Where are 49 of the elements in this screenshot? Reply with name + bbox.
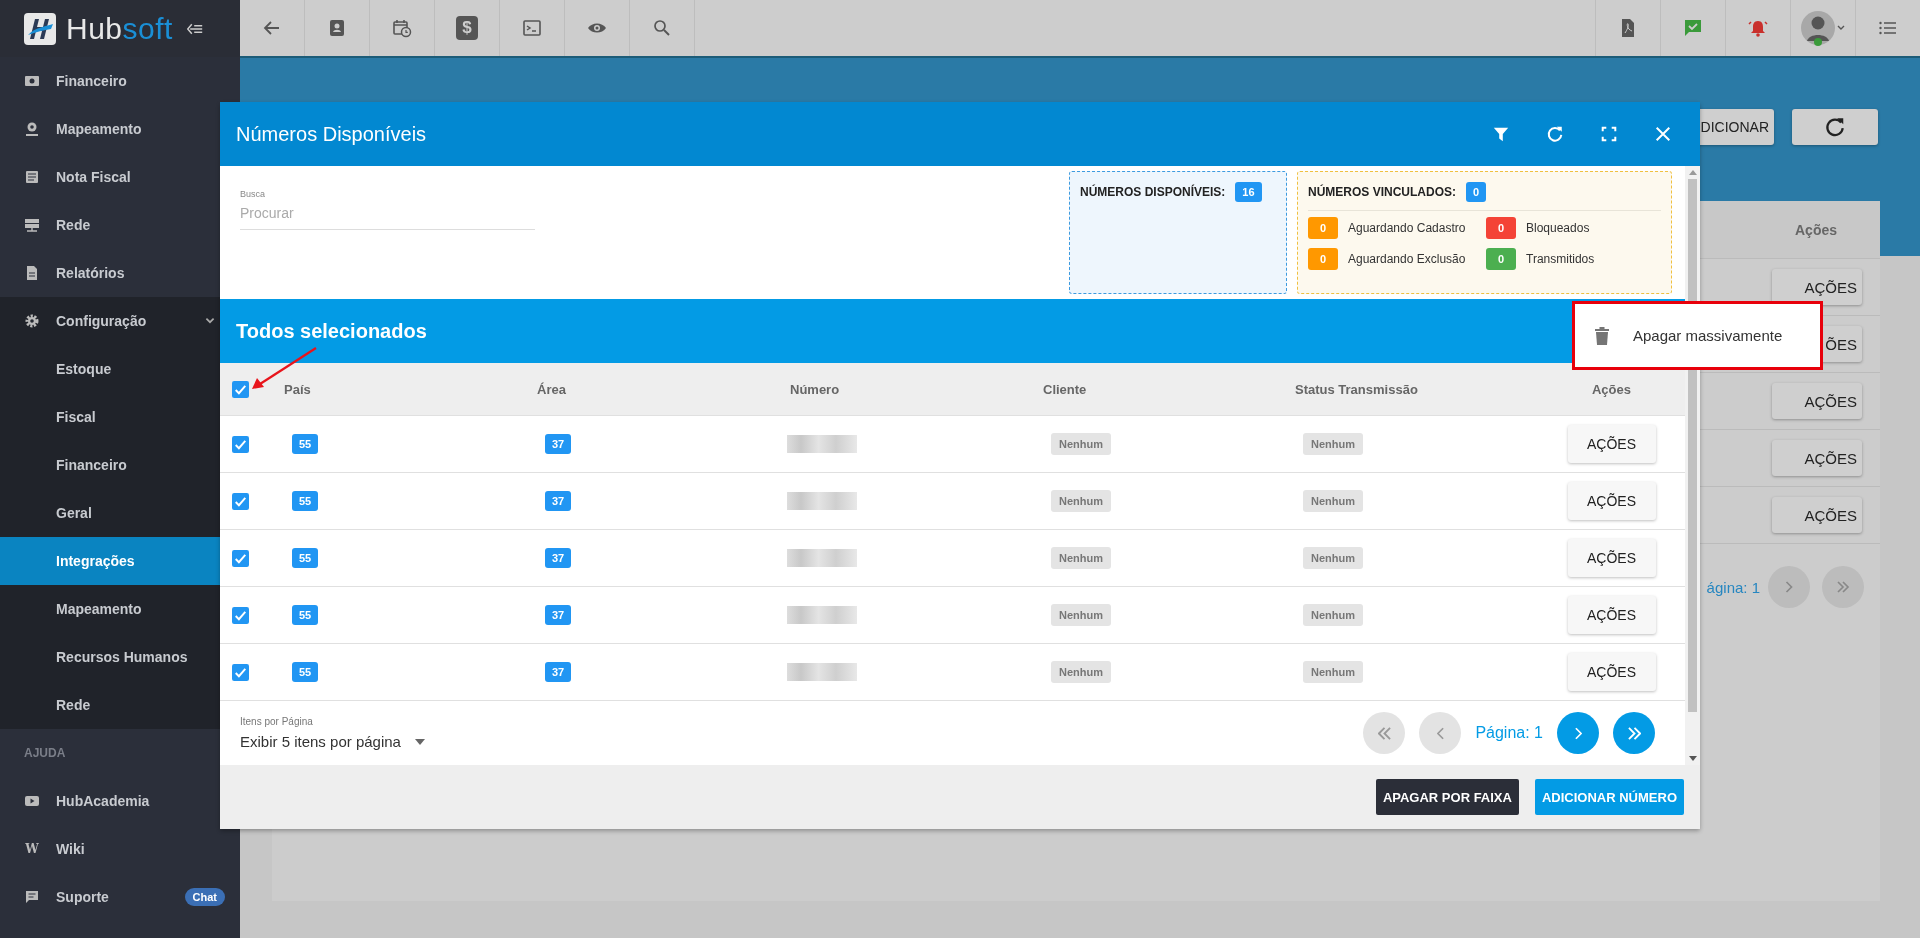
column-header: Cliente: [1043, 381, 1087, 397]
country-code-badge: 55: [292, 491, 319, 511]
area-code-badge: 37: [545, 662, 572, 682]
column-header: Ações: [1794, 221, 1838, 238]
status-count-badge: 0: [1308, 217, 1338, 239]
count-badge: 0: [1466, 182, 1487, 202]
client-badge: Nenhum: [1051, 604, 1111, 626]
transmission-status-badge: Nenhum: [1303, 547, 1363, 569]
dollar-icon: $: [456, 16, 478, 40]
area-code-badge: 37: [545, 605, 572, 625]
client-badge: Nenhum: [1051, 547, 1111, 569]
area-code-badge: 37: [545, 491, 572, 511]
area-code-badge: 37: [545, 548, 572, 568]
per-page-label: Itens por Página: [240, 716, 314, 727]
status-count-badge: 0: [1308, 248, 1338, 270]
client-badge: Nenhum: [1051, 433, 1111, 455]
column-header: País: [284, 381, 311, 397]
client-badge: Nenhum: [1051, 490, 1111, 512]
client-badge: Nenhum: [1051, 661, 1111, 683]
status-count-badge: 0: [1486, 248, 1516, 270]
status-label: Aguardando Cadastro: [1348, 221, 1466, 235]
transmission-status-badge: Nenhum: [1303, 490, 1363, 512]
area-code-badge: 37: [545, 434, 572, 454]
country-code-badge: 55: [292, 605, 319, 625]
transmission-status-badge: Nenhum: [1303, 661, 1363, 683]
count-badge: 16: [1235, 182, 1262, 202]
brand-name: Hubsoft: [66, 11, 173, 46]
status-label: Transmitidos: [1526, 252, 1595, 266]
summary-label: NÚMEROS VINCULADOS:: [1308, 185, 1456, 199]
field-label: Busca: [240, 189, 266, 199]
status-count-badge: 0: [1486, 217, 1516, 239]
country-code-badge: 55: [292, 662, 319, 682]
chat-badge: Chat: [184, 888, 225, 906]
section-title: AJUDA: [23, 745, 67, 762]
status-label: Aguardando Exclusão: [1348, 252, 1466, 266]
transmission-status-badge: Nenhum: [1303, 604, 1363, 626]
column-header: Número: [790, 381, 840, 397]
country-code-badge: 55: [292, 434, 319, 454]
summary-label: NÚMEROS DISPONÍVEIS:: [1080, 185, 1226, 199]
transmission-status-badge: Nenhum: [1303, 433, 1363, 455]
page-indicator: ágina: 1: [1706, 578, 1760, 596]
column-header: Status Transmissão: [1295, 381, 1418, 397]
column-header: Área: [537, 381, 566, 397]
modal-title: Números Disponíveis: [236, 122, 428, 146]
country-code-badge: 55: [292, 548, 319, 568]
status-label: Bloqueados: [1526, 221, 1590, 235]
column-header: Ações: [1592, 381, 1631, 397]
page-indicator: Página: 1: [1475, 724, 1543, 742]
wiki-icon: W: [24, 842, 40, 856]
